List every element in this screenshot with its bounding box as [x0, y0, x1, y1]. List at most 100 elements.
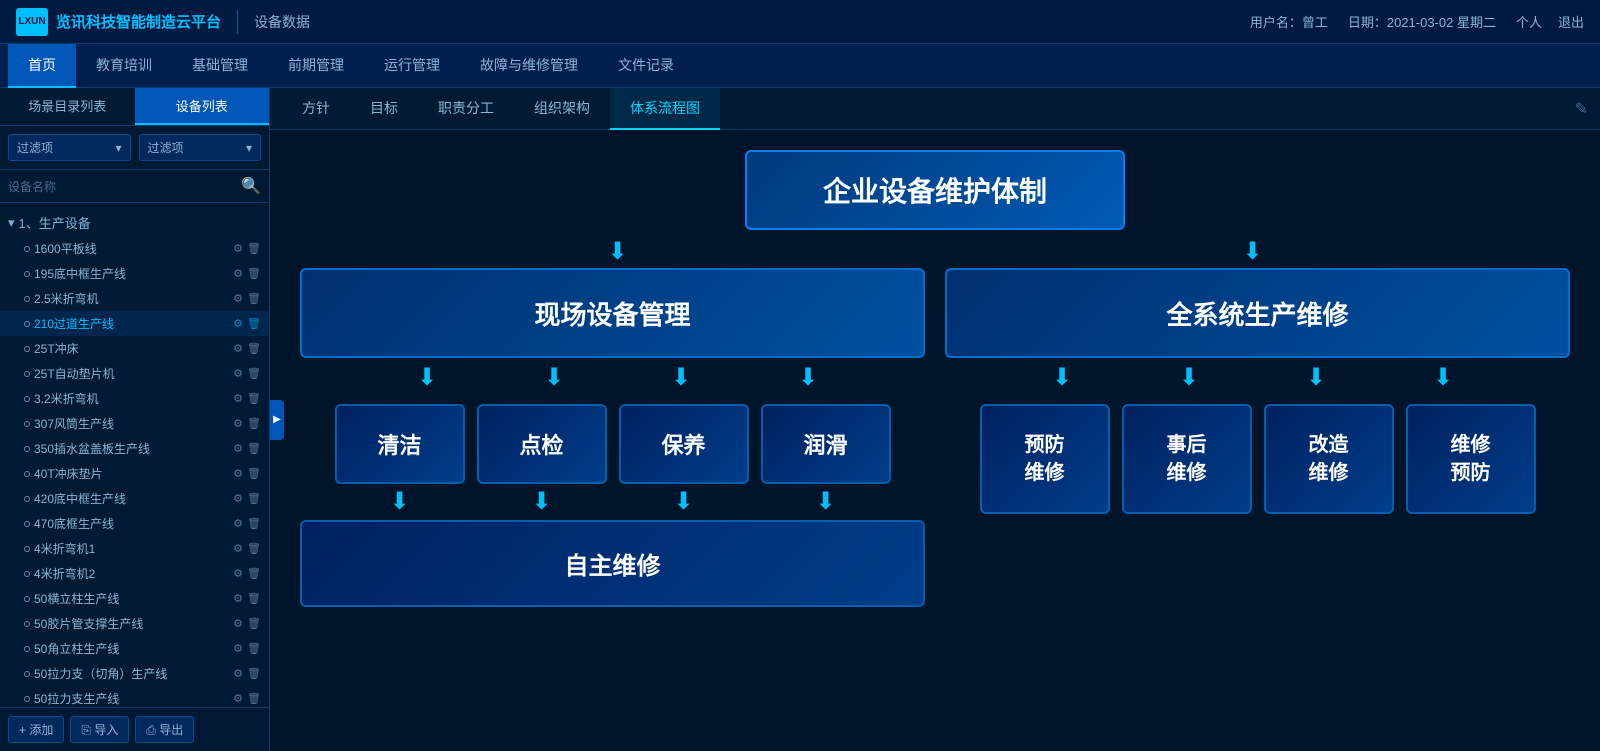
arrow-down: ⬇ [1052, 366, 1072, 390]
tree-item[interactable]: 420底中框生产线 ⚙🗑 [0, 486, 269, 511]
nav-tab-home[interactable]: 首页 [8, 44, 76, 88]
search-icon[interactable]: 🔍 [241, 176, 261, 196]
filter-select-2[interactable]: 过滤项 ▾ [139, 134, 262, 161]
mid-arrows: ⬇ ⬇ ⬇ ⬇ ⬇ ⬇ ⬇ ⬇ [300, 358, 1570, 394]
flow-top: 企业设备维护体制 [745, 150, 1125, 230]
main-layout: 场景目录列表 设备列表 过滤项 ▾ 过滤项 ▾ 设备名称 🔍 ▾ 1、生产设备 [0, 88, 1600, 751]
tree-item[interactable]: 470底框生产线 ⚙🗑 [0, 511, 269, 536]
sidebar-collapse-button[interactable]: ▶ [270, 400, 284, 440]
header-divider [237, 10, 238, 34]
search-placeholder: 设备名称 [8, 178, 235, 195]
flow-box-lube: 润滑 [761, 404, 891, 484]
nav-tab-files[interactable]: 文件记录 [598, 44, 694, 88]
import-button[interactable]: ⎘ 导入 [70, 716, 129, 743]
tab-device-list[interactable]: 设备列表 [135, 88, 270, 125]
tree-item[interactable]: 50角立柱生产线 ⚙🗑 [0, 636, 269, 661]
tab-scene-list[interactable]: 场景目录列表 [0, 88, 135, 125]
flow-box-check: 点检 [477, 404, 607, 484]
header-module: 设备数据 [254, 12, 310, 32]
arrow-down: ⬇ [1179, 366, 1199, 390]
personal-link[interactable]: 个人 [1516, 12, 1542, 31]
tree-item[interactable]: 4米折弯机2 ⚙🗑 [0, 561, 269, 586]
nav-tab-operation[interactable]: 运行管理 [364, 44, 460, 88]
flow-diagram: 企业设备维护体制 ⬇ ⬇ 现场设备管理 [300, 150, 1570, 710]
tree-item[interactable]: 50胶片管支撑生产线 ⚙🗑 [0, 611, 269, 636]
header: LXUN 览讯科技智能制造云平台 设备数据 用户名：曾工 日期：2021-03-… [0, 0, 1600, 44]
flow-box-clean: 清洁 [335, 404, 465, 484]
sidebar-top-tabs: 场景目录列表 设备列表 [0, 88, 269, 126]
tree-item[interactable]: 2.5米折弯机 ⚙🗑 [0, 286, 269, 311]
arrow-down: ⬇ [1306, 366, 1326, 390]
arrow-down: ⬇ [1433, 366, 1453, 390]
tree-item[interactable]: 1600平板线 ⚙🗑 [0, 236, 269, 261]
edit-icon[interactable]: ✎ [1575, 99, 1588, 119]
arrow-down: ⬇ [798, 366, 818, 390]
tree-item[interactable]: 25T自动垫片机 ⚙🗑 [0, 361, 269, 386]
tree-item[interactable]: 195底中框生产线 ⚙🗑 [0, 261, 269, 286]
sidebar-search: 设备名称 🔍 [0, 170, 269, 203]
arrow-down-left: ⬇ [607, 240, 627, 264]
arrow-down: ⬇ [761, 490, 891, 514]
flow-box-mid-right: 全系统生产维修 [945, 268, 1570, 358]
flow-right-col: 预防维修 事后维修 改造维修 维修预防 [945, 404, 1570, 607]
sub-tab-policy[interactable]: 方针 [282, 88, 350, 130]
header-date: 日期：2021-03-02 星期二 [1348, 12, 1496, 31]
arrow-down: ⬇ [544, 366, 564, 390]
nav-tab-fault[interactable]: 故障与维修管理 [460, 44, 598, 88]
tree-item[interactable]: 3.2米折弯机 ⚙🗑 [0, 386, 269, 411]
sidebar-bottom: + 添加 ⎘ 导入 ⎙ 导出 [0, 707, 269, 751]
nav-bar: 首页 教育培训 基础管理 前期管理 运行管理 故障与维修管理 文件记录 [0, 44, 1600, 88]
flow-box-mid-left: 现场设备管理 [300, 268, 925, 358]
sidebar-tree: ▾ 1、生产设备 1600平板线 ⚙🗑 195底中框生产线 ⚙🗑 2.5米折弯机… [0, 203, 269, 707]
nav-tab-education[interactable]: 教育培训 [76, 44, 172, 88]
nav-tab-base[interactable]: 基础管理 [172, 44, 268, 88]
sub-tab-duties[interactable]: 职责分工 [418, 88, 514, 130]
sidebar-filters: 过滤项 ▾ 过滤项 ▾ [0, 126, 269, 170]
arrow-down: ⬇ [477, 490, 607, 514]
arrow-down: ⬇ [417, 366, 437, 390]
logo-text: 览讯科技智能制造云平台 [56, 11, 221, 32]
top-arrows: ⬇ ⬇ [300, 230, 1570, 268]
nav-tab-early[interactable]: 前期管理 [268, 44, 364, 88]
tree-item-active[interactable]: 210过道生产线 ⚙🗑 [0, 311, 269, 336]
flow-right-sub-boxes: 预防维修 事后维修 改造维修 维修预防 [945, 404, 1570, 514]
flow-box-top: 企业设备维护体制 [745, 150, 1125, 230]
flow-box-transform-repair: 改造维修 [1264, 404, 1394, 514]
filter-select-1[interactable]: 过滤项 ▾ [8, 134, 131, 161]
tree-item[interactable]: 4米折弯机1 ⚙🗑 [0, 536, 269, 561]
tree-item[interactable]: 50拉力支（切角）生产线 ⚙🗑 [0, 661, 269, 686]
flow-box-repair-prevent: 维修预防 [1406, 404, 1536, 514]
flow-box-prevent-repair: 预防维修 [980, 404, 1110, 514]
header-actions: 个人 退出 [1516, 12, 1584, 31]
tree-item[interactable]: 350插水盆盖板生产线 ⚙🗑 [0, 436, 269, 461]
flow-columns: 清洁 点检 保养 润滑 ⬇ ⬇ ⬇ ⬇ [300, 404, 1570, 607]
tree-item[interactable]: 307风筒生产线 ⚙🗑 [0, 411, 269, 436]
logo-icon: LXUN [16, 8, 48, 36]
sub-tab-flowchart[interactable]: 体系流程图 [610, 88, 720, 130]
sub-tab-goal[interactable]: 目标 [350, 88, 418, 130]
flow-arrows-sub-left: ⬇ ⬇ ⬇ ⬇ [300, 484, 925, 520]
flow-mid-row: 现场设备管理 全系统生产维修 [300, 268, 1570, 358]
flow-box-maintain: 保养 [619, 404, 749, 484]
tree-group-label: ▾ 1、生产设备 [0, 209, 269, 236]
arrow-down: ⬇ [335, 490, 465, 514]
sidebar: 场景目录列表 设备列表 过滤项 ▾ 过滤项 ▾ 设备名称 🔍 ▾ 1、生产设备 [0, 88, 270, 751]
content-area: 方针 目标 职责分工 组织架构 体系流程图 ✎ 企业设备维护体制 ⬇ [270, 88, 1600, 751]
tree-item[interactable]: 25T冲床 ⚙🗑 [0, 336, 269, 361]
flow-box-post-repair: 事后维修 [1122, 404, 1252, 514]
logout-link[interactable]: 退出 [1558, 12, 1584, 31]
arrow-down-right: ⬇ [1242, 240, 1262, 264]
export-button[interactable]: ⎙ 导出 [135, 716, 194, 743]
tree-item[interactable]: 50横立柱生产线 ⚙🗑 [0, 586, 269, 611]
arrow-down: ⬇ [619, 490, 749, 514]
flow-area: 企业设备维护体制 ⬇ ⬇ 现场设备管理 [270, 130, 1600, 751]
add-button[interactable]: + 添加 [8, 716, 64, 743]
arrow-down: ⬇ [671, 366, 691, 390]
header-right: 用户名：曾工 日期：2021-03-02 星期二 个人 退出 [1250, 12, 1584, 31]
header-user: 用户名：曾工 [1250, 12, 1328, 31]
tree-item[interactable]: 40T冲床垫片 ⚙🗑 [0, 461, 269, 486]
flow-left-col: 清洁 点检 保养 润滑 ⬇ ⬇ ⬇ ⬇ [300, 404, 925, 607]
flow-box-self-repair: 自主维修 [300, 520, 925, 607]
sub-tab-org[interactable]: 组织架构 [514, 88, 610, 130]
tree-item[interactable]: 50拉力支生产线 ⚙🗑 [0, 686, 269, 707]
